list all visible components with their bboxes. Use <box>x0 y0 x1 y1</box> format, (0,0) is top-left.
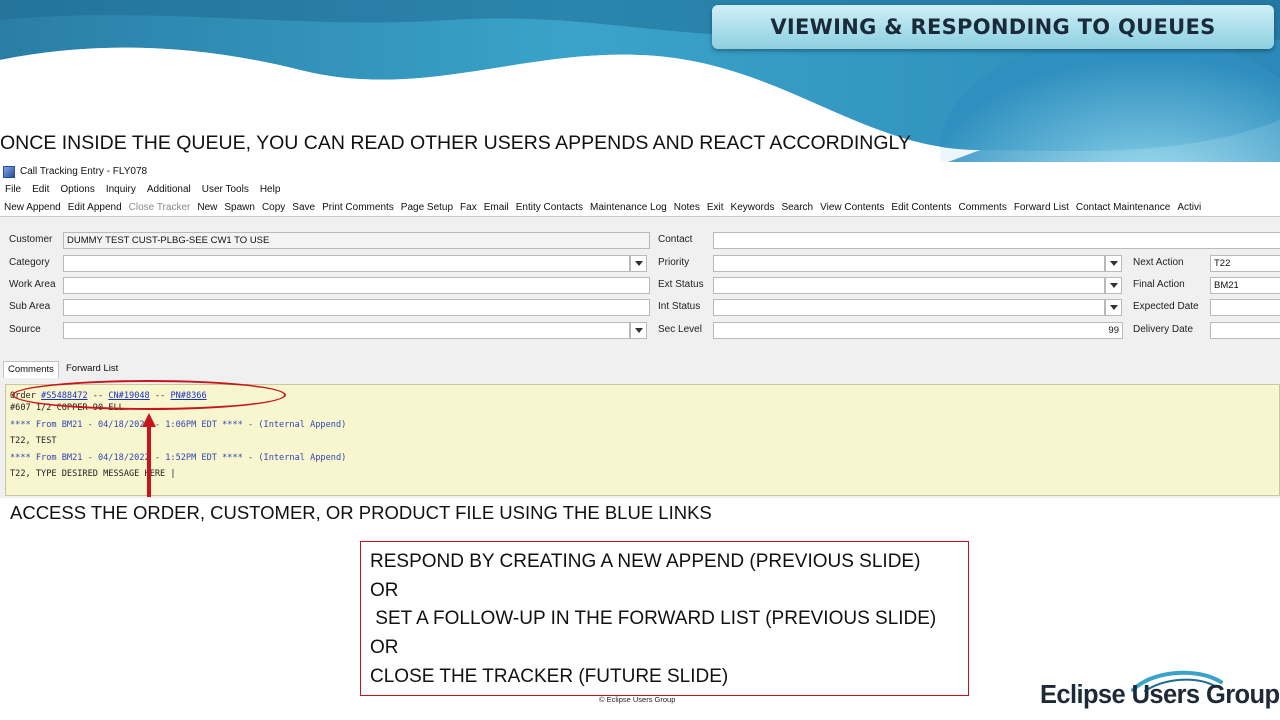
app-icon <box>3 165 15 178</box>
final-action-field[interactable]: BM21 <box>1210 277 1280 294</box>
category-label: Category <box>9 257 50 268</box>
respond-line: OR <box>370 637 399 659</box>
chevron-down-icon <box>1109 261 1118 266</box>
entity-contacts-button[interactable]: Entity Contacts <box>516 202 583 213</box>
notes-button[interactable]: Notes <box>674 202 700 213</box>
search-button[interactable]: Search <box>781 202 813 213</box>
delivery-date-label: Delivery Date <box>1133 324 1194 335</box>
source-select[interactable] <box>63 322 630 339</box>
source-dropdown-arrow[interactable] <box>630 322 647 339</box>
sub-area-field[interactable] <box>63 299 650 316</box>
slide: VIEWING & RESPONDING TO QUEUES ONCE INSI… <box>0 0 1280 720</box>
respond-line: OR <box>370 579 399 601</box>
links-highlight-oval <box>12 380 286 410</box>
keywords-button[interactable]: Keywords <box>731 202 775 213</box>
copyright-text: © Eclipse Users Group <box>599 695 676 704</box>
source-label: Source <box>9 324 41 335</box>
close-tracker-button[interactable]: Close Tracker <box>129 202 191 213</box>
category-select[interactable] <box>63 255 630 272</box>
menu-edit[interactable]: Edit <box>32 184 49 195</box>
ext-status-select[interactable] <box>713 277 1105 294</box>
contact-label: Contact <box>658 234 693 245</box>
exit-button[interactable]: Exit <box>707 202 724 213</box>
access-note: ACCESS THE ORDER, CUSTOMER, OR PRODUCT F… <box>10 502 712 523</box>
window-title: Call Tracking Entry - FLY078 <box>20 166 148 177</box>
chevron-down-icon <box>634 261 643 266</box>
menu-file[interactable]: File <box>5 184 21 195</box>
priority-label: Priority <box>658 257 690 268</box>
save-button[interactable]: Save <box>292 202 315 213</box>
respond-line: CLOSE THE TRACKER (FUTURE SLIDE) <box>370 665 729 687</box>
menu-additional[interactable]: Additional <box>147 184 191 195</box>
chevron-down-icon <box>1109 283 1118 288</box>
chevron-down-icon <box>634 328 643 333</box>
print-comments-button[interactable]: Print Comments <box>322 202 394 213</box>
expected-date-field[interactable] <box>1210 299 1280 316</box>
priority-select[interactable] <box>713 255 1105 272</box>
final-action-label: Final Action <box>1133 279 1185 290</box>
logo-text: Eclipse Users Group <box>1040 681 1280 709</box>
append-header: **** From BM21 - 04/18/2022 - 1:52PM EDT… <box>10 453 347 463</box>
slide-title-box: VIEWING & RESPONDING TO QUEUES <box>712 5 1274 49</box>
edit-contents-button[interactable]: Edit Contents <box>891 202 951 213</box>
new-append-button[interactable]: New Append <box>4 202 61 213</box>
ext-status-label: Ext Status <box>658 279 704 290</box>
email-button[interactable]: Email <box>484 202 509 213</box>
page-setup-button[interactable]: Page Setup <box>401 202 453 213</box>
forward-list-button[interactable]: Forward List <box>1014 202 1069 213</box>
call-tracking-window: Call Tracking Entry - FLY078 File Edit O… <box>0 162 1280 498</box>
contact-field[interactable] <box>713 232 1280 249</box>
next-action-field[interactable]: T22 <box>1210 255 1280 272</box>
new-button[interactable]: New <box>197 202 217 213</box>
sec-level-label: Sec Level <box>658 324 702 335</box>
respond-line: RESPOND BY CREATING A NEW APPEND (PREVIO… <box>370 551 921 572</box>
fax-button[interactable]: Fax <box>460 202 477 213</box>
int-status-label: Int Status <box>658 301 701 312</box>
toolbar: New Append Edit Append Close Tracker New… <box>0 198 1280 217</box>
window-titlebar: Call Tracking Entry - FLY078 <box>0 162 1280 181</box>
menu-options[interactable]: Options <box>60 184 94 195</box>
respond-line: SET A FOLLOW-UP IN THE FORWARD LIST (PRE… <box>370 608 937 630</box>
priority-dropdown-arrow[interactable] <box>1105 255 1122 272</box>
activities-button[interactable]: Activi <box>1177 202 1201 213</box>
work-area-label: Work Area <box>9 279 56 290</box>
tab-comments[interactable]: Comments <box>3 361 59 378</box>
customer-field[interactable]: DUMMY TEST CUST-PLBG-SEE CW1 TO USE <box>63 232 650 249</box>
append-header: **** From BM21 - 04/18/2022 - 1:06PM EDT… <box>10 420 347 430</box>
expected-date-label: Expected Date <box>1133 301 1199 312</box>
int-status-dropdown-arrow[interactable] <box>1105 299 1122 316</box>
chevron-down-icon <box>1109 305 1118 310</box>
next-action-label: Next Action <box>1133 257 1184 268</box>
comments-button[interactable]: Comments <box>958 202 1006 213</box>
contact-maintenance-button[interactable]: Contact Maintenance <box>1076 202 1171 213</box>
respond-options-box: RESPOND BY CREATING A NEW APPEND (PREVIO… <box>360 541 969 696</box>
eclipse-users-group-logo: Eclipse Users Group <box>1040 668 1280 716</box>
slide-title: VIEWING & RESPONDING TO QUEUES <box>770 15 1216 39</box>
append-body: T22, TEST <box>10 436 57 446</box>
tracker-form: Customer DUMMY TEST CUST-PLBG-SEE CW1 TO… <box>0 217 1280 341</box>
ext-status-dropdown-arrow[interactable] <box>1105 277 1122 294</box>
tab-forward-list[interactable]: Forward List <box>62 361 122 378</box>
menu-inquiry[interactable]: Inquiry <box>106 184 136 195</box>
delivery-date-field[interactable] <box>1210 322 1280 339</box>
menu-bar: File Edit Options Inquiry Additional Use… <box>0 181 1280 198</box>
customer-label: Customer <box>9 234 53 245</box>
spawn-button[interactable]: Spawn <box>224 202 255 213</box>
sec-level-field[interactable]: 99 <box>713 322 1123 339</box>
menu-help[interactable]: Help <box>260 184 281 195</box>
maintenance-log-button[interactable]: Maintenance Log <box>590 202 667 213</box>
copy-button[interactable]: Copy <box>262 202 285 213</box>
edit-append-button[interactable]: Edit Append <box>68 202 122 213</box>
category-dropdown-arrow[interactable] <box>630 255 647 272</box>
intro-text: ONCE INSIDE THE QUEUE, YOU CAN READ OTHE… <box>0 132 911 154</box>
work-area-field[interactable] <box>63 277 650 294</box>
sub-area-label: Sub Area <box>9 301 51 312</box>
annotation-arrow-line <box>147 425 151 497</box>
view-contents-button[interactable]: View Contents <box>820 202 884 213</box>
tab-bar: Comments Forward List <box>0 360 1280 379</box>
menu-user-tools[interactable]: User Tools <box>202 184 249 195</box>
int-status-select[interactable] <box>713 299 1105 316</box>
